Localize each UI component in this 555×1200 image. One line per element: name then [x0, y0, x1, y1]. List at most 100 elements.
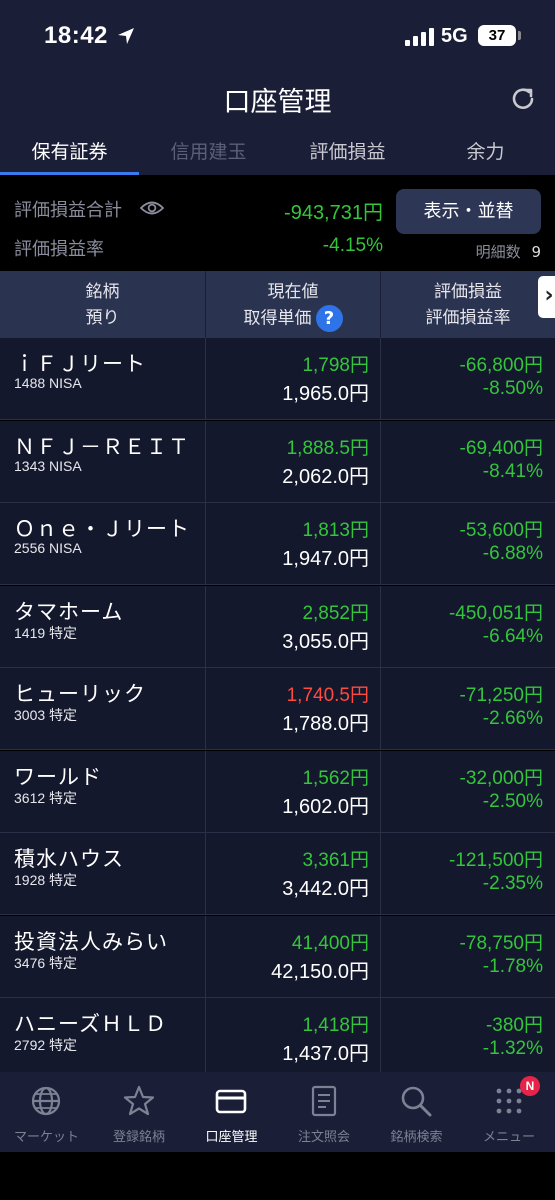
search-icon: [401, 1086, 432, 1117]
security-code-account: 2556 NISA: [14, 540, 82, 556]
bottom-nav-search[interactable]: 銘柄検索: [370, 1072, 463, 1152]
status-bar: 18:42 5G 37: [0, 0, 555, 66]
acquisition-price: 1,437.0円: [282, 1043, 369, 1065]
current-price: 3,361円: [302, 850, 369, 871]
current-price: 2,852円: [302, 602, 369, 624]
acquisition-price: 2,062.0円: [282, 465, 369, 488]
row-divider: [205, 998, 206, 1080]
display-sort-button[interactable]: 表示・並替: [396, 189, 541, 234]
tab-holdings[interactable]: 保有証券: [0, 132, 139, 175]
battery-nub: [518, 31, 521, 40]
bottom-nav-label: マーケット: [13, 1130, 79, 1145]
tab-label: 保有証券: [31, 141, 108, 163]
bottom-nav-document[interactable]: 注文照会: [278, 1072, 371, 1152]
bottom-nav-label: 口座管理: [205, 1130, 258, 1145]
security-code-account: 1343 NISA: [14, 457, 82, 474]
bottom-nav-label: メニュー: [482, 1130, 535, 1145]
tab-label: 評価損益: [309, 141, 386, 163]
acquisition-price: 1,965.0円: [282, 383, 369, 405]
page-title: 口座管理: [223, 87, 332, 118]
current-price: 1,813円: [302, 520, 369, 541]
star-icon: [123, 1085, 154, 1116]
unrealized-pl: -380円: [485, 1015, 543, 1036]
security-name: 投資法人みらい: [14, 929, 168, 954]
table-row[interactable]: ｉＦＪリート 1488 NISA 1,798円 1,965.0円 -66,800円 -8.…: [0, 338, 555, 420]
security-code-account: 3612 特定: [14, 789, 78, 806]
row-divider: [205, 338, 206, 420]
current-price: 41,400円: [291, 932, 369, 954]
table-row[interactable]: タマホーム 1419 特定 2,852円 3,055.0円 -450,051円 -6.64…: [0, 585, 555, 668]
table-row[interactable]: ハニーズＨＬＤ 2792 特定 1,418円 1,437.0円 -380円 -1.32%: [0, 998, 555, 1080]
cellular-signal-icon: [405, 28, 434, 46]
row-divider: [380, 668, 381, 750]
row-divider: [380, 338, 381, 420]
navigation-bar: 口座管理: [0, 66, 555, 132]
table-row[interactable]: Ｏｎｅ・Ｊリート 2556 NISA 1,813円 1,947.0円 -53,600円 -…: [0, 503, 555, 585]
unrealized-pl-rate: -2.35%: [482, 873, 543, 894]
battery-icon: 37: [478, 25, 516, 46]
table-row[interactable]: 投資法人みらい 3476 特定 41,400円 42,150.0円 -78,750円 -1…: [0, 915, 555, 998]
tab-bar: 保有証券 信用建玉 評価損益 余力: [0, 132, 555, 175]
bottom-nav-label: 銘柄検索: [390, 1130, 443, 1145]
bottom-nav-globe[interactable]: マーケット: [0, 1072, 93, 1152]
bottom-nav-label: 登録銘柄: [112, 1130, 165, 1145]
tab-margin-positions[interactable]: 信用建玉: [139, 132, 278, 175]
bottom-nav-card[interactable]: 口座管理: [185, 1072, 278, 1152]
bottom-nav-star[interactable]: 登録銘柄: [93, 1072, 186, 1152]
table-row[interactable]: ワールド 3612 特定 1,562円 1,602.0円 -32,000円 -2.50%: [0, 750, 555, 833]
unrealized-pl: -71,250円: [459, 685, 543, 706]
total-pl-label: 評価損益合計: [14, 200, 122, 221]
current-price: 1,562円: [302, 767, 369, 789]
current-price: 1,888.5円: [286, 437, 369, 459]
acquisition-price: 3,055.0円: [282, 630, 369, 653]
card-icon: [215, 1089, 247, 1114]
eye-icon[interactable]: [140, 200, 164, 216]
bottom-nav-grid-menu[interactable]: メニュー: [463, 1072, 555, 1152]
menu-notification-badge: N: [520, 1076, 540, 1096]
row-divider: [205, 750, 206, 833]
security-name: 積水ハウス: [14, 847, 124, 871]
network-type: 5G: [441, 25, 468, 47]
home-indicator-area: [0, 1152, 555, 1200]
tab-buying-power[interactable]: 余力: [416, 132, 555, 175]
security-name: ヒューリック: [14, 682, 146, 706]
security-code-account: 1928 特定: [14, 872, 78, 888]
row-divider: [205, 915, 206, 998]
unrealized-pl: -121,500円: [448, 850, 543, 871]
unrealized-pl-rate: -6.64%: [482, 625, 543, 647]
security-name: ワールド: [14, 764, 102, 789]
security-name: ｉＦＪリート: [14, 352, 146, 376]
pl-rate-label: 評価損益率: [14, 239, 104, 260]
current-price: 1,798円: [302, 355, 369, 376]
bottom-nav-label: 注文照会: [297, 1130, 350, 1145]
row-divider: [380, 750, 381, 833]
row-divider: [205, 503, 206, 585]
unrealized-pl: -32,000円: [459, 767, 543, 789]
security-code-account: 3476 特定: [14, 954, 78, 971]
header-col-pl: 評価損益 評価損益率: [381, 271, 555, 338]
status-time: 18:42: [44, 22, 108, 49]
row-divider: [205, 668, 206, 750]
security-code-account: 2792 特定: [14, 1037, 78, 1053]
bottom-navigation: マーケット 登録銘柄 口座管理 注文照会 銘柄検索 メニュー: [0, 1072, 555, 1152]
unrealized-pl-rate: -1.32%: [482, 1038, 543, 1059]
security-code-account: 1419 特定: [14, 624, 78, 641]
unrealized-pl: -69,400円: [459, 437, 543, 459]
tab-valuation[interactable]: 評価損益: [278, 132, 417, 175]
refresh-icon[interactable]: [508, 84, 538, 114]
unrealized-pl-rate: -6.88%: [482, 543, 543, 564]
table-row[interactable]: ＮＦＪ－ＲＥＩＴ 1343 NISA 1,888.5円 2,062.0円 -69,400…: [0, 420, 555, 503]
detail-count: 明細数 9: [476, 241, 541, 262]
table-row[interactable]: ヒューリック 3003 特定 1,740.5円 1,788.0円 -71,250円 -2.…: [0, 668, 555, 750]
help-icon[interactable]: ?: [315, 305, 343, 332]
document-icon: [311, 1085, 336, 1117]
table-row[interactable]: 積水ハウス 1928 特定 3,361円 3,442.0円 -121,500円 -2.35…: [0, 833, 555, 915]
security-code-account: 1488 NISA: [14, 375, 82, 391]
current-price: 1,418円: [302, 1015, 369, 1036]
location-arrow-icon: [118, 28, 134, 44]
row-divider: [380, 503, 381, 585]
unrealized-pl: -78,750円: [459, 932, 543, 954]
scroll-right-arrow-icon[interactable]: ›: [538, 276, 555, 318]
unrealized-pl: -450,051円: [448, 602, 543, 624]
security-code-account: 3003 特定: [14, 707, 78, 723]
